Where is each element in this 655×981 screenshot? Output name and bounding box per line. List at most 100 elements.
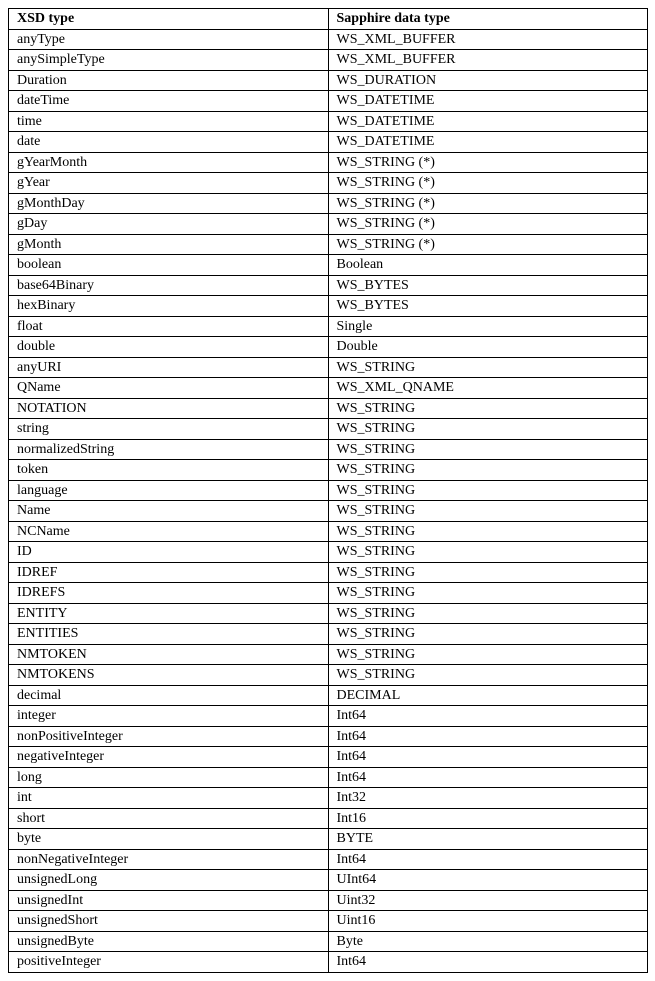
table-row: QNameWS_XML_QNAME: [9, 378, 648, 399]
table-row: DurationWS_DURATION: [9, 70, 648, 91]
cell-xsd-type: ID: [9, 542, 329, 563]
cell-sapphire-type: Int64: [328, 849, 648, 870]
table-row: IDREFSWS_STRING: [9, 583, 648, 604]
table-row: IDWS_STRING: [9, 542, 648, 563]
table-row: anySimpleTypeWS_XML_BUFFER: [9, 50, 648, 71]
cell-xsd-type: positiveInteger: [9, 952, 329, 973]
table-row: normalizedStringWS_STRING: [9, 439, 648, 460]
cell-xsd-type: negativeInteger: [9, 747, 329, 768]
cell-xsd-type: gYearMonth: [9, 152, 329, 173]
cell-xsd-type: decimal: [9, 685, 329, 706]
cell-xsd-type: token: [9, 460, 329, 481]
cell-sapphire-type: WS_DURATION: [328, 70, 648, 91]
cell-xsd-type: anyURI: [9, 357, 329, 378]
cell-xsd-type: hexBinary: [9, 296, 329, 317]
table-row: gYearMonthWS_STRING (*): [9, 152, 648, 173]
table-row: intInt32: [9, 788, 648, 809]
cell-sapphire-type: WS_DATETIME: [328, 111, 648, 132]
table-row: ENTITYWS_STRING: [9, 603, 648, 624]
table-row: timeWS_DATETIME: [9, 111, 648, 132]
cell-xsd-type: byte: [9, 829, 329, 850]
table-row: ENTITIESWS_STRING: [9, 624, 648, 645]
cell-xsd-type: time: [9, 111, 329, 132]
cell-sapphire-type: WS_STRING: [328, 562, 648, 583]
cell-xsd-type: ENTITIES: [9, 624, 329, 645]
cell-sapphire-type: WS_STRING: [328, 419, 648, 440]
cell-sapphire-type: Int64: [328, 767, 648, 788]
table-row: decimalDECIMAL: [9, 685, 648, 706]
cell-sapphire-type: BYTE: [328, 829, 648, 850]
table-row: doubleDouble: [9, 337, 648, 358]
header-sapphire-type: Sapphire data type: [328, 9, 648, 30]
cell-xsd-type: double: [9, 337, 329, 358]
cell-xsd-type: Name: [9, 501, 329, 522]
table-row: gDayWS_STRING (*): [9, 214, 648, 235]
table-body: anyTypeWS_XML_BUFFERanySimpleTypeWS_XML_…: [9, 29, 648, 972]
table-header-row: XSD type Sapphire data type: [9, 9, 648, 30]
cell-xsd-type: gMonth: [9, 234, 329, 255]
cell-sapphire-type: WS_STRING (*): [328, 214, 648, 235]
cell-sapphire-type: WS_XML_QNAME: [328, 378, 648, 399]
cell-sapphire-type: Uint16: [328, 911, 648, 932]
cell-xsd-type: int: [9, 788, 329, 809]
table-row: IDREFWS_STRING: [9, 562, 648, 583]
header-xsd-type: XSD type: [9, 9, 329, 30]
cell-sapphire-type: Int64: [328, 952, 648, 973]
cell-sapphire-type: WS_DATETIME: [328, 91, 648, 112]
table-row: byteBYTE: [9, 829, 648, 850]
table-row: floatSingle: [9, 316, 648, 337]
cell-xsd-type: float: [9, 316, 329, 337]
cell-sapphire-type: Int64: [328, 726, 648, 747]
cell-sapphire-type: Boolean: [328, 255, 648, 276]
cell-sapphire-type: Uint32: [328, 890, 648, 911]
table-row: NMTOKENWS_STRING: [9, 644, 648, 665]
cell-sapphire-type: WS_STRING (*): [328, 193, 648, 214]
cell-xsd-type: string: [9, 419, 329, 440]
table-row: base64BinaryWS_BYTES: [9, 275, 648, 296]
cell-xsd-type: IDREFS: [9, 583, 329, 604]
cell-sapphire-type: WS_STRING: [328, 521, 648, 542]
table-row: hexBinary WS_BYTES: [9, 296, 648, 317]
table-row: integerInt64: [9, 706, 648, 727]
cell-xsd-type: unsignedInt: [9, 890, 329, 911]
cell-sapphire-type: Int32: [328, 788, 648, 809]
cell-xsd-type: unsignedShort: [9, 911, 329, 932]
table-row: NMTOKENSWS_STRING: [9, 665, 648, 686]
table-row: booleanBoolean: [9, 255, 648, 276]
cell-xsd-type: boolean: [9, 255, 329, 276]
cell-xsd-type: anySimpleType: [9, 50, 329, 71]
table-row: shortInt16: [9, 808, 648, 829]
cell-xsd-type: NMTOKENS: [9, 665, 329, 686]
table-row: unsignedByteByte: [9, 931, 648, 952]
cell-sapphire-type: WS_XML_BUFFER: [328, 29, 648, 50]
cell-xsd-type: normalizedString: [9, 439, 329, 460]
table-row: dateTimeWS_DATETIME: [9, 91, 648, 112]
type-mapping-table: XSD type Sapphire data type anyTypeWS_XM…: [8, 8, 648, 973]
cell-sapphire-type: WS_STRING: [328, 603, 648, 624]
cell-sapphire-type: UInt64: [328, 870, 648, 891]
table-row: gMonthDayWS_STRING (*): [9, 193, 648, 214]
table-row: NCNameWS_STRING: [9, 521, 648, 542]
cell-sapphire-type: WS_STRING (*): [328, 234, 648, 255]
cell-sapphire-type: WS_BYTES: [328, 275, 648, 296]
cell-xsd-type: date: [9, 132, 329, 153]
cell-xsd-type: NCName: [9, 521, 329, 542]
cell-sapphire-type: WS_STRING (*): [328, 152, 648, 173]
cell-xsd-type: short: [9, 808, 329, 829]
cell-sapphire-type: WS_STRING: [328, 542, 648, 563]
cell-xsd-type: Duration: [9, 70, 329, 91]
table-row: nonPositiveIntegerInt64: [9, 726, 648, 747]
cell-xsd-type: gDay: [9, 214, 329, 235]
cell-sapphire-type: Byte: [328, 931, 648, 952]
cell-xsd-type: NOTATION: [9, 398, 329, 419]
cell-sapphire-type: WS_STRING: [328, 501, 648, 522]
table-row: anyTypeWS_XML_BUFFER: [9, 29, 648, 50]
cell-xsd-type: long: [9, 767, 329, 788]
cell-sapphire-type: WS_XML_BUFFER: [328, 50, 648, 71]
table-row: unsignedShortUint16: [9, 911, 648, 932]
table-row: anyURIWS_STRING: [9, 357, 648, 378]
cell-xsd-type: QName: [9, 378, 329, 399]
cell-sapphire-type: WS_DATETIME: [328, 132, 648, 153]
cell-sapphire-type: WS_STRING: [328, 665, 648, 686]
cell-sapphire-type: WS_STRING: [328, 624, 648, 645]
